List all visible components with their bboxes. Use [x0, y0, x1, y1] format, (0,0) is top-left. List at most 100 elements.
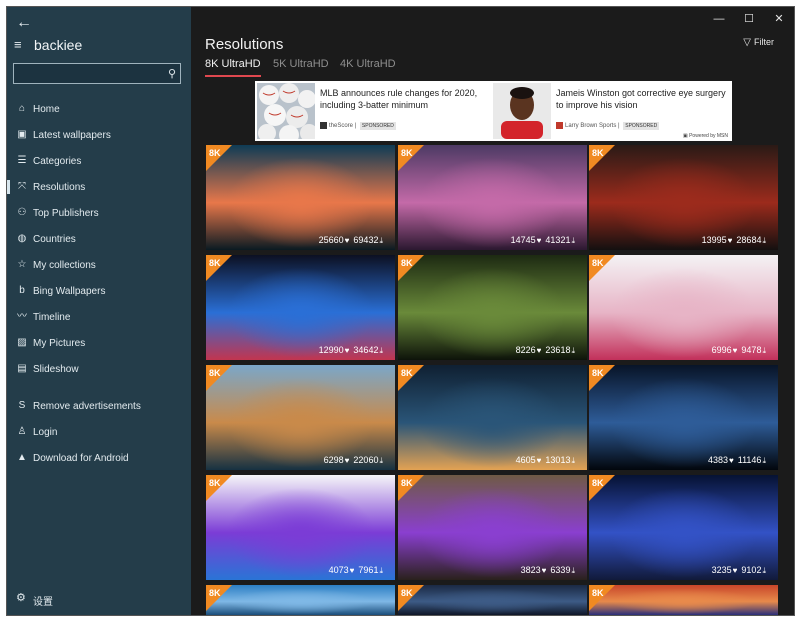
heart-icon[interactable]: ♥ — [537, 456, 542, 465]
sidebar-item-label: 设置 — [33, 597, 53, 608]
wallpaper-tile[interactable]: 8K 8226♥ 23618⤓ — [398, 255, 587, 360]
tile-stats: 6996♥ 9478⤓ — [712, 345, 770, 356]
heart-icon[interactable]: ♥ — [350, 566, 355, 575]
wallpaper-tile[interactable]: 8K 12990♥ 34642⤓ — [206, 255, 395, 360]
dollar-icon: S — [18, 400, 26, 411]
sidebar-item-label: Bing Wallpapers — [33, 286, 106, 297]
sidebar-item-settings[interactable]: ⚙ 设置 — [7, 587, 191, 609]
search-icon[interactable]: ⚲ — [168, 67, 176, 80]
ad-thumbnail-baseballs — [257, 83, 315, 139]
ad-title[interactable]: MLB announces rule changes for 2020, inc… — [320, 87, 490, 111]
wallpaper-tile[interactable]: 8K 6298♥ 22060⤓ — [206, 365, 395, 470]
heart-icon[interactable]: ♥ — [729, 456, 734, 465]
sidebar-item-publishers[interactable]: ⚇ Top Publishers — [7, 200, 191, 226]
heart-icon[interactable]: ♥ — [733, 566, 738, 575]
msn-logo-icon: ▣ — [682, 133, 688, 139]
tile-stats: 3235♥ 9102⤓ — [712, 565, 770, 576]
close-icon[interactable]: ✕ — [764, 9, 794, 29]
search-input[interactable] — [18, 66, 162, 83]
download-icon[interactable]: ⤓ — [571, 456, 575, 465]
download-icon[interactable]: ⤓ — [762, 456, 766, 465]
minimize-icon[interactable]: — — [704, 9, 734, 29]
like-count: 8226 — [515, 345, 536, 355]
download-icon[interactable]: ⤓ — [762, 346, 766, 355]
page-title: Resolutions — [205, 36, 284, 53]
publisher-logo-icon — [320, 122, 327, 129]
sidebar-item-categories[interactable]: ☰ Categories — [7, 148, 191, 174]
publisher-logo-icon — [556, 122, 563, 129]
tab-8k-ultrahd[interactable]: 8K UltraHD — [205, 58, 261, 77]
hamburger-menu-icon[interactable]: ≡ — [14, 38, 28, 52]
heart-icon[interactable]: ♥ — [345, 456, 350, 465]
wallpaper-tile[interactable]: 8K 4073♥ 7961⤓ — [206, 475, 395, 580]
download-count: 9478 — [741, 345, 762, 355]
ad-item[interactable]: Jameis Winston got corrective eye surger… — [493, 83, 729, 139]
tile-stats: 3823♥ 6339⤓ — [521, 565, 579, 576]
heart-icon[interactable]: ♥ — [345, 346, 350, 355]
download-icon[interactable]: ⤓ — [379, 236, 383, 245]
download-icon[interactable]: ⤓ — [571, 236, 575, 245]
download-icon[interactable]: ⤓ — [762, 236, 766, 245]
sidebar-item-pictures[interactable]: ▨ My Pictures — [7, 330, 191, 356]
ad-item[interactable]: MLB announces rule changes for 2020, inc… — [257, 83, 489, 139]
download-icon[interactable]: ⤓ — [379, 456, 383, 465]
funnel-icon: ▽ — [743, 37, 751, 48]
download-count: 11146 — [737, 455, 762, 465]
back-arrow-icon[interactable]: ← — [14, 13, 34, 33]
sidebar-item-label: Resolutions — [33, 182, 86, 193]
heart-icon[interactable]: ♥ — [728, 236, 733, 245]
wallpaper-tile[interactable]: 8K 25660♥ 69432⤓ — [206, 145, 395, 250]
wallpaper-tile[interactable]: 8K 4383♥ 11146⤓ — [589, 365, 778, 470]
heart-icon[interactable]: ♥ — [542, 566, 547, 575]
list-icon: ☰ — [17, 155, 27, 166]
sidebar-item-collections[interactable]: ☆ My collections — [7, 252, 191, 278]
wallpaper-tile[interactable]: 8K — [589, 585, 778, 615]
like-count: 14745 — [510, 235, 536, 245]
heart-icon[interactable]: ♥ — [537, 346, 542, 355]
heart-icon[interactable]: ♥ — [733, 346, 738, 355]
window-controls: — ☐ ✕ — [704, 9, 794, 29]
sidebar-item-countries[interactable]: ◍ Countries — [7, 226, 191, 252]
star-icon: ☆ — [17, 259, 27, 270]
sidebar-item-android[interactable]: ▲ Download for Android — [7, 445, 191, 471]
sidebar-item-timeline[interactable]: 〰 Timeline — [7, 304, 191, 330]
sidebar: ← ≡ backiee ⚲ ⌂ Home ▣ Latest wallpapers ☰ Ca… — [7, 7, 191, 615]
download-icon[interactable]: ⤓ — [571, 346, 575, 355]
download-count: 22060 — [353, 455, 379, 465]
download-count: 13013 — [545, 455, 571, 465]
wallpaper-tile[interactable]: 8K 3235♥ 9102⤓ — [589, 475, 778, 580]
ad-title[interactable]: Jameis Winston got corrective eye surger… — [556, 87, 726, 111]
maximize-icon[interactable]: ☐ — [734, 9, 764, 29]
download-icon[interactable]: ⤓ — [762, 566, 766, 575]
wallpaper-tile[interactable]: 8K 14745♥ 41321⤓ — [398, 145, 587, 250]
sidebar-item-slideshow[interactable]: ▤ Slideshow — [7, 356, 191, 382]
sidebar-item-bing[interactable]: b Bing Wallpapers — [7, 278, 191, 304]
wallpaper-tile[interactable]: 8K 13995♥ 28684⤓ — [589, 145, 778, 250]
tab-5k-ultrahd[interactable]: 5K UltraHD — [273, 58, 329, 70]
like-count: 13995 — [701, 235, 727, 245]
ad-banner[interactable]: MLB announces rule changes for 2020, inc… — [255, 81, 732, 141]
sidebar-item-latest[interactable]: ▣ Latest wallpapers — [7, 122, 191, 148]
wallpaper-tile[interactable]: 8K 3823♥ 6339⤓ — [398, 475, 587, 580]
download-icon[interactable]: ⤓ — [379, 346, 383, 355]
sidebar-nav-secondary: S Remove advertisements ♙ Login ▲ Download fo… — [7, 393, 191, 471]
wallpaper-tile[interactable]: 8K — [206, 585, 395, 615]
tab-4k-ultrahd[interactable]: 4K UltraHD — [340, 58, 396, 70]
download-icon[interactable]: ⤓ — [571, 566, 575, 575]
filter-button[interactable]: ▽ Filter — [743, 37, 774, 48]
heart-icon[interactable]: ♥ — [537, 236, 542, 245]
resolution-badge-label: 8K — [209, 368, 221, 378]
download-icon[interactable]: ⤓ — [379, 566, 383, 575]
heart-icon[interactable]: ♥ — [345, 236, 350, 245]
wallpaper-tile[interactable]: 8K — [398, 585, 587, 615]
wallpaper-tile[interactable]: 8K 6996♥ 9478⤓ — [589, 255, 778, 360]
sidebar-item-remove-ads[interactable]: S Remove advertisements — [7, 393, 191, 419]
wallpaper-tile[interactable]: 8K 4605♥ 13013⤓ — [398, 365, 587, 470]
resolution-badge-label: 8K — [209, 588, 221, 598]
sidebar-item-resolutions[interactable]: ⤧ Resolutions — [7, 174, 191, 200]
sponsored-badge: SPONSORED — [623, 122, 660, 131]
sidebar-item-login[interactable]: ♙ Login — [7, 419, 191, 445]
download-count: 69432 — [353, 235, 379, 245]
resolution-badge-label: 8K — [401, 258, 413, 268]
sidebar-item-home[interactable]: ⌂ Home — [7, 96, 191, 122]
